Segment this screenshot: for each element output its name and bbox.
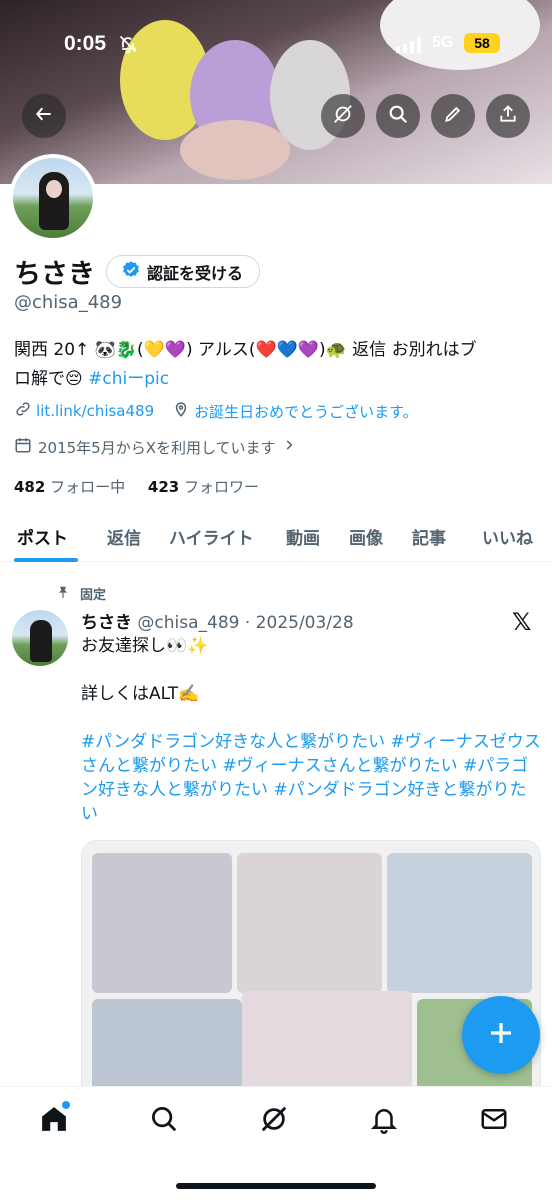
home-icon [39,1104,69,1138]
bell-muted-icon [118,34,138,58]
compose-post-button[interactable] [462,996,540,1074]
bottom-navigation [0,1086,552,1200]
get-verified-button[interactable]: 認証を受ける [106,255,261,288]
verified-badge-icon [121,260,141,284]
post-header: ちさき @chisa_489 · 2025/03/28 [81,608,354,633]
tab-highlights[interactable]: ハイライト [169,524,254,549]
search-icon [149,1104,179,1138]
signal-icon [396,37,424,57]
calendar-icon [14,436,32,458]
tab-articles[interactable]: 記事 [412,524,446,549]
profile-name: ちさき [14,259,95,290]
get-verified-label: 認証を受ける [147,263,244,283]
nav-search[interactable] [146,1103,182,1139]
share-icon [498,104,518,128]
follow-stats: 482 フォロー中 423 フォロワー [14,476,259,497]
network-type: 5G [432,34,454,51]
back-button[interactable] [22,94,66,138]
bio-hashtag-link[interactable]: #chiーpic [88,369,169,389]
x-logo-icon: 𝕏 [512,608,532,636]
followers-count: 423 [147,478,180,496]
tab-images[interactable]: 画像 [349,524,383,549]
share-button[interactable] [486,94,530,138]
chevron-right-icon [282,438,296,456]
profile-location[interactable]: お誕生日おめでとうございます。 [194,401,418,422]
tab-posts[interactable]: ポスト [17,524,68,549]
plus-icon [486,1018,516,1052]
pin-icon [56,585,70,603]
mail-icon [479,1104,509,1138]
pencil-icon [443,104,463,128]
followers-label: フォロワー [183,478,259,496]
post-handle-date: @chisa_489 · 2025/03/28 [137,613,354,633]
bell-icon [369,1104,399,1138]
profile-bio: 関西 20↑ 🐼🐉(💛💜) アルス(❤️💙💜)🐢 返信 お別れはブ ロ解で😔 #… [14,336,542,394]
profile-tabs: ポスト 返信 ハイライト 動画 画像 記事 いいね [0,510,552,562]
battery-indicator: 58 [464,33,500,53]
tab-likes[interactable]: いいね [482,524,533,549]
home-indicator [176,1183,376,1189]
grok-icon [259,1104,289,1138]
post-body[interactable]: お友達探し👀✨ 詳しくはALT✍️ #パンダドラゴン好きな人と繋がりたい #ヴィ… [81,634,541,826]
grok-icon [332,103,354,129]
profile-meta-row: lit.link/chisa489 お誕生日おめでとうございます。 [14,400,418,422]
status-time: 0:05 [64,32,107,55]
home-notification-dot [62,1101,70,1109]
arrow-left-icon [34,104,54,128]
tab-replies[interactable]: 返信 [107,524,141,549]
followers-link[interactable]: 423 フォロワー [148,478,259,496]
pinned-indicator: 固定 [56,584,106,603]
edit-profile-button[interactable] [431,94,475,138]
active-tab-indicator [14,558,78,562]
search-icon [387,103,409,129]
bio-line: 関西 20↑ 🐼🐉(💛💜) アルス(❤️💙💜)🐢 返信 お別れはブ [14,340,477,360]
profile-banner[interactable] [0,0,552,184]
post-author-name[interactable]: ちさき [81,613,132,633]
bio-text: ロ解で😔 [14,369,89,389]
post-text-line: お友達探し👀✨ [81,636,209,656]
status-bar: 0:05 5G 58 [0,30,552,60]
profile-handle: @chisa_489 [14,292,123,313]
pinned-label: 固定 [80,588,107,603]
nav-notifications[interactable] [366,1103,402,1139]
profile-website-link[interactable]: lit.link/chisa489 [36,402,154,420]
profile-joined-row[interactable]: 2015年5月からXを利用しています [14,436,296,458]
post-text-line: 詳しくはALT✍️ [81,684,200,704]
profile-joined-date: 2015年5月からXを利用しています [38,438,276,457]
following-link[interactable]: 482 フォロー中 [14,478,125,496]
tab-videos[interactable]: 動画 [286,524,320,549]
location-icon [172,400,190,422]
nav-grok[interactable] [256,1103,292,1139]
profile-avatar[interactable] [9,154,97,242]
grok-button[interactable] [321,94,365,138]
following-label: フォロー中 [50,478,126,496]
post-author-avatar[interactable] [12,610,68,666]
search-button[interactable] [376,94,420,138]
following-count: 482 [14,478,46,496]
link-icon [14,400,32,422]
post-hashtags[interactable]: #パンダドラゴン好きな人と繋がりたい #ヴィーナスゼウスさんと繋がりたい #ヴィ… [81,730,541,826]
bio-line: ロ解で😔 #chiーpic [14,365,542,394]
nav-messages[interactable] [476,1103,512,1139]
